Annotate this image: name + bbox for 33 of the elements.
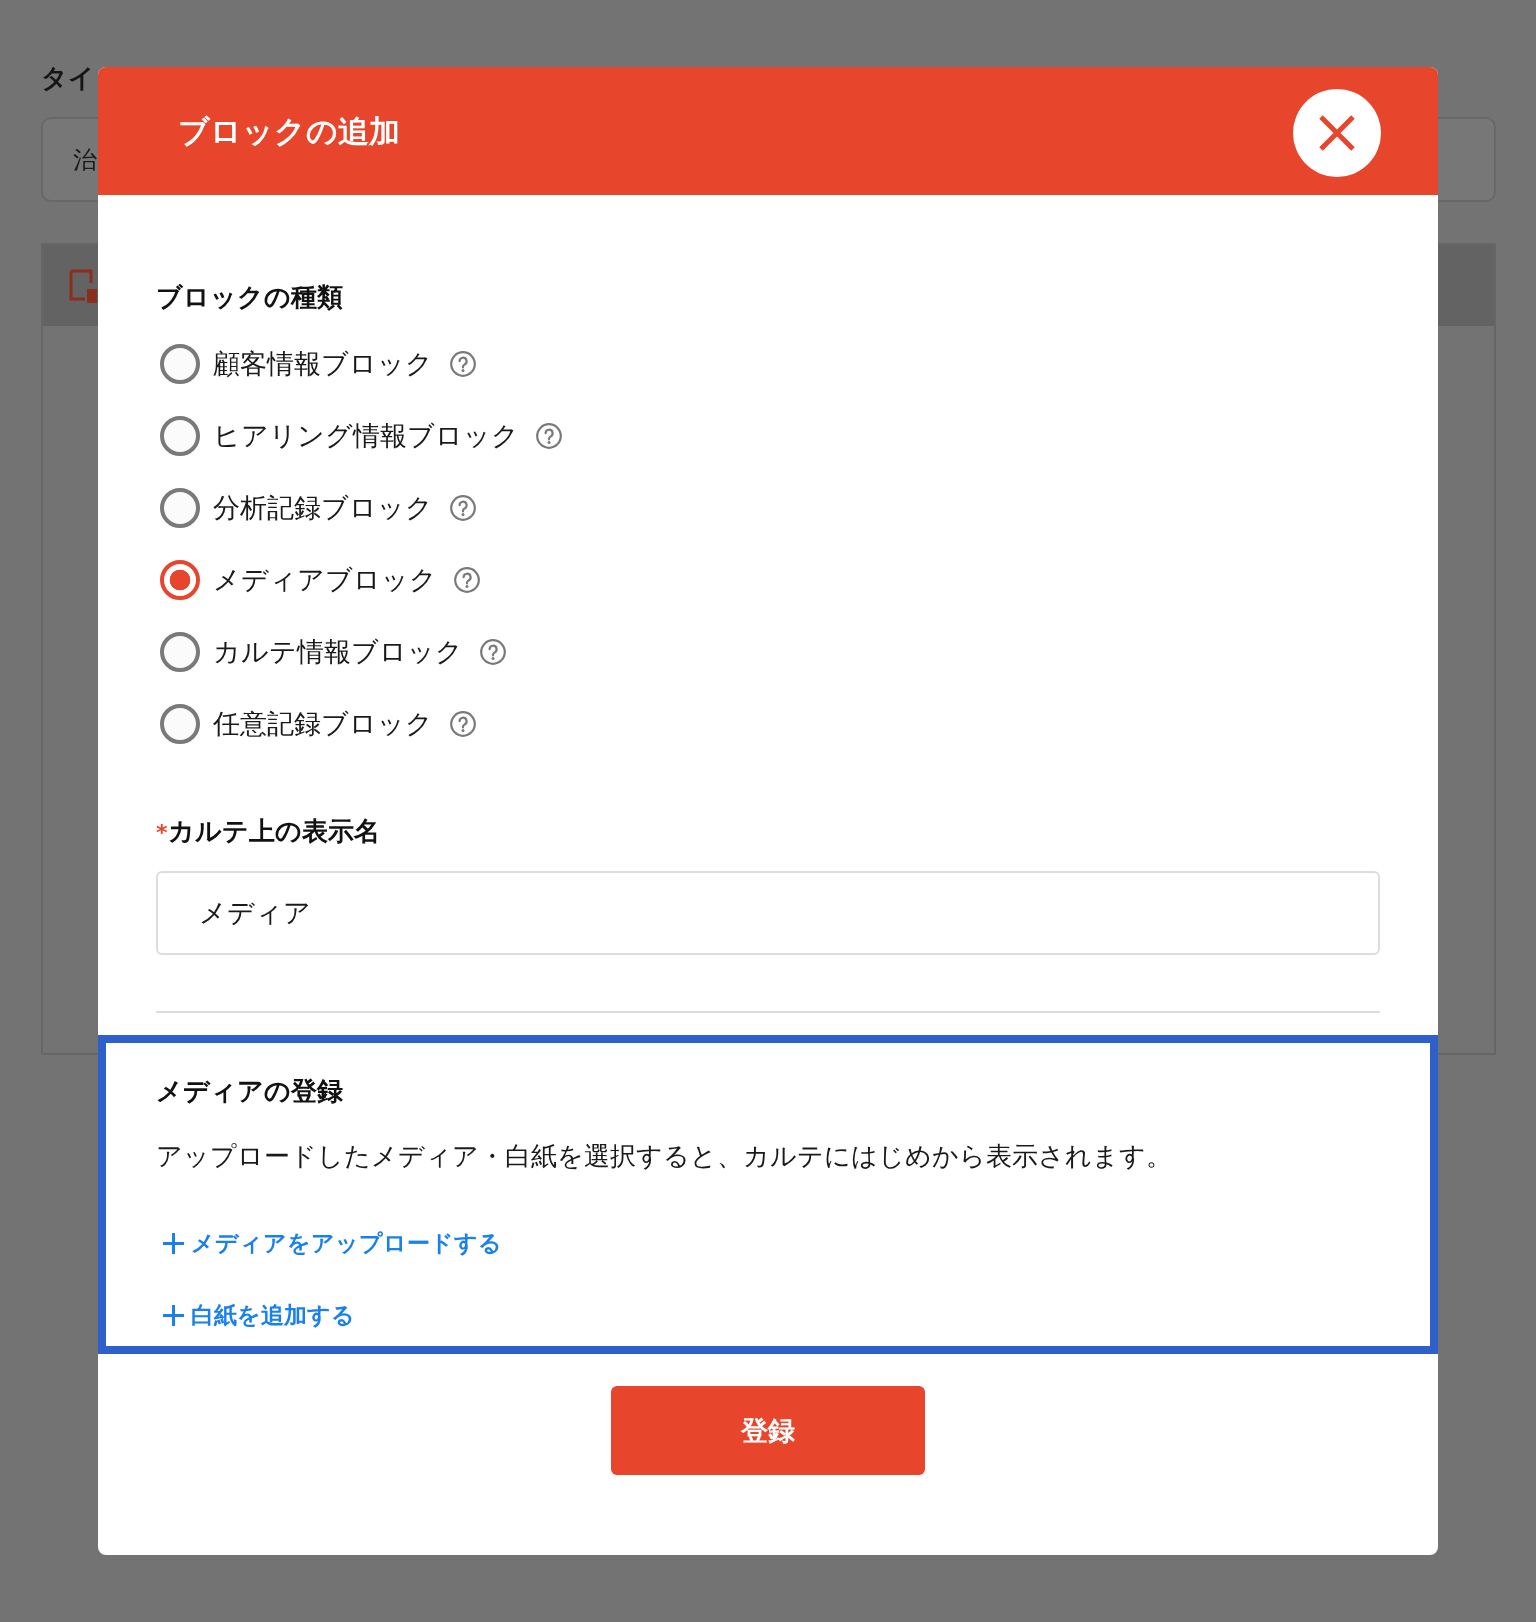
upload-media-link[interactable]: メディアをアップロードする	[163, 1227, 502, 1259]
section-heading: メディアの登録	[156, 1075, 343, 1108]
register-button[interactable]: 登録	[611, 1386, 925, 1475]
field-label: カルテ上の表示名	[167, 815, 380, 848]
display-name-field[interactable]: メディア	[156, 871, 1380, 955]
radio-button[interactable]	[160, 488, 200, 528]
help-icon[interactable]	[480, 639, 506, 665]
section-heading: ブロックの種類	[156, 281, 343, 314]
radio-button[interactable]	[160, 344, 200, 384]
dialog-title: ブロックの追加	[178, 112, 400, 151]
option-label[interactable]: メディアブロック	[213, 561, 437, 599]
plus-icon	[163, 1232, 184, 1254]
help-icon[interactable]	[450, 495, 476, 521]
option-label[interactable]: 顧客情報ブロック	[213, 345, 433, 383]
required-mark: *	[156, 819, 168, 847]
option-label[interactable]: 任意記録ブロック	[213, 705, 433, 743]
help-icon[interactable]	[454, 567, 480, 593]
help-icon[interactable]	[450, 351, 476, 377]
help-icon[interactable]	[450, 711, 476, 737]
radio-button[interactable]	[160, 560, 200, 600]
help-icon[interactable]	[536, 423, 562, 449]
add-blank-link[interactable]: 白紙を追加する	[163, 1299, 355, 1331]
plus-icon	[163, 1304, 184, 1326]
option-label[interactable]: カルテ情報ブロック	[213, 633, 463, 671]
radio-button[interactable]	[160, 416, 200, 456]
document-icon	[69, 269, 97, 305]
radio-button[interactable]	[160, 632, 200, 672]
close-icon	[1319, 114, 1355, 151]
option-label[interactable]: 分析記録ブロック	[213, 489, 433, 527]
field-label: タイ	[41, 62, 95, 95]
radio-button[interactable]	[160, 704, 200, 744]
option-label[interactable]: ヒアリング情報ブロック	[213, 417, 519, 455]
description-text: アップロードしたメディア・白紙を選択すると、カルテにはじめから表示されます。	[156, 1140, 1173, 1173]
